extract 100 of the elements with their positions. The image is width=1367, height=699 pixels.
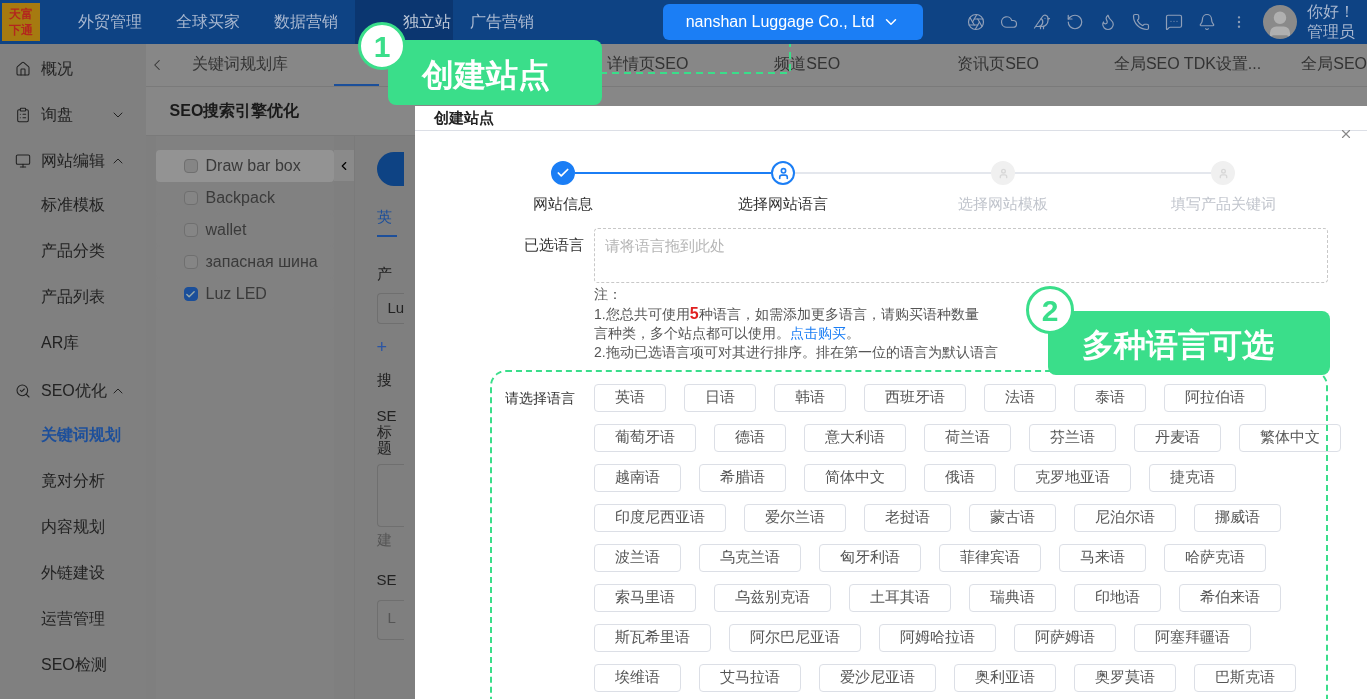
tab[interactable]: 全局SEO TDK设置... [1113, 44, 1262, 86]
sidebar-subitem[interactable]: 产品分类 [0, 228, 146, 274]
sidebar-subitem[interactable]: 标准模板 [0, 182, 146, 228]
language-option[interactable]: 希腊语 [699, 463, 786, 492]
swirl-icon[interactable] [967, 13, 985, 31]
language-option[interactable]: 俄语 [924, 463, 996, 492]
step-label: 选择网站语言 [738, 194, 828, 214]
sidebar-subitem[interactable]: 竟对分析 [0, 458, 146, 504]
language-option[interactable]: 简体中文 [804, 463, 906, 492]
product-name: wallet [205, 220, 247, 240]
collapse-button[interactable] [333, 150, 354, 181]
language-option[interactable]: 繁体中文 [1239, 423, 1341, 452]
language-option[interactable]: 尼泊尔语 [1074, 503, 1176, 532]
language-option[interactable]: 泰语 [1074, 383, 1146, 412]
language-option[interactable]: 波兰语 [594, 543, 681, 572]
language-option[interactable]: 埃维语 [594, 663, 681, 692]
language-option[interactable]: 阿拉伯语 [1164, 383, 1266, 412]
language-option[interactable]: 西班牙语 [864, 383, 966, 412]
close-icon[interactable] [1339, 127, 1353, 141]
language-option[interactable]: 克罗地亚语 [1014, 463, 1131, 492]
field-label: SE [376, 570, 398, 590]
sidebar-subitem[interactable]: SEO检测 [0, 642, 146, 688]
language-option[interactable]: 越南语 [594, 463, 681, 492]
language-option[interactable]: 奥罗莫语 [1074, 663, 1176, 692]
tab[interactable]: 全局SEO [1301, 44, 1367, 86]
language-option[interactable]: 匈牙利语 [819, 543, 921, 572]
language-option[interactable]: 印地语 [1074, 583, 1161, 612]
sidebar-subitem[interactable]: 内容规划 [0, 504, 146, 550]
language-option[interactable]: 芬兰语 [1029, 423, 1116, 452]
language-option[interactable]: 印度尼西亚语 [594, 503, 726, 532]
language-option[interactable]: 捷克语 [1149, 463, 1236, 492]
language-option[interactable]: 丹麦语 [1134, 423, 1221, 452]
nav-item[interactable]: 全球买家 [176, 10, 240, 34]
language-option[interactable]: 艾马拉语 [699, 663, 801, 692]
language-option[interactable]: 爱沙尼亚语 [819, 663, 936, 692]
chat-icon[interactable] [1165, 13, 1183, 31]
tab[interactable]: 频道SEO [774, 44, 841, 86]
language-option[interactable]: 索马里语 [594, 583, 696, 612]
tab[interactable]: 资讯页SEO [957, 44, 1039, 86]
sidebar-subitem[interactable]: 产品列表 [0, 274, 146, 320]
language-option[interactable]: 土耳其语 [849, 583, 951, 612]
sidebar-item[interactable]: 网站编辑 [0, 140, 146, 182]
language-option[interactable]: 阿姆哈拉语 [879, 623, 996, 652]
language-option[interactable]: 瑞典语 [969, 583, 1056, 612]
checkbox[interactable] [183, 159, 198, 173]
product-name: Luz LED [205, 284, 267, 304]
tab[interactable]: 关键词规划库 [191, 44, 288, 86]
language-option[interactable]: 法语 [984, 383, 1056, 412]
sidebar-subitem[interactable]: AR库 [0, 320, 146, 366]
step-label: 网站信息 [533, 194, 593, 214]
language-option[interactable]: 德语 [714, 423, 786, 452]
buy-link[interactable]: 点击购买 [790, 324, 846, 341]
language-option[interactable]: 老挝语 [864, 503, 951, 532]
language-option[interactable]: 希伯来语 [1179, 583, 1281, 612]
language-option[interactable]: 爱尔兰语 [744, 503, 846, 532]
sidebar-item[interactable]: SEO优化 [0, 370, 146, 412]
avatar[interactable] [1263, 5, 1297, 39]
language-option[interactable]: 乌兹别克语 [714, 583, 831, 612]
language-option[interactable]: 蒙古语 [969, 503, 1056, 532]
language-option[interactable]: 菲律宾语 [939, 543, 1041, 572]
pill-button[interactable] [376, 152, 404, 186]
sidebar-subitem[interactable]: 外链建设 [0, 550, 146, 596]
language-option[interactable]: 韩语 [774, 383, 846, 412]
language-option[interactable]: 巴斯克语 [1194, 663, 1296, 692]
language-option[interactable]: 哈萨克语 [1164, 543, 1266, 572]
company-selector[interactable]: nanshan Luggage Co., Ltd [663, 4, 923, 40]
language-option[interactable]: 阿萨姆语 [1014, 623, 1116, 652]
phone-icon[interactable] [1132, 13, 1150, 31]
sidebar-item[interactable]: 概况 [0, 48, 146, 90]
nav-item[interactable]: 外贸管理 [78, 10, 142, 34]
sidebar-item[interactable]: 询盘 [0, 94, 146, 136]
cloud-icon[interactable] [1000, 13, 1018, 31]
language-option[interactable]: 阿尔巴尼亚语 [729, 623, 861, 652]
language-option[interactable]: 挪威语 [1194, 503, 1281, 532]
checkbox[interactable] [183, 287, 198, 301]
language-option[interactable]: 英语 [594, 383, 666, 412]
note-text: 1.您总共可使用5种语言，如需添加更多语言，请购买语种数量 [594, 303, 979, 324]
page-title: SEO搜索引擎优化 [169, 101, 300, 121]
language-option[interactable]: 日语 [684, 383, 756, 412]
refresh-icon[interactable] [1066, 13, 1084, 31]
language-option[interactable]: 葡萄牙语 [594, 423, 696, 452]
flame-icon[interactable] [1099, 13, 1117, 31]
tab[interactable]: 详情页SEO [606, 44, 689, 86]
language-option[interactable]: 斯瓦希里语 [594, 623, 711, 652]
language-option[interactable]: 乌克兰语 [699, 543, 801, 572]
language-option[interactable]: 荷兰语 [924, 423, 1011, 452]
sidebar-subitem[interactable]: 运营管理 [0, 596, 146, 642]
language-option[interactable]: 马来语 [1059, 543, 1146, 572]
note-text: 2.拖动已选语言项可对其进行排序。排在第一位的语言为默认语言 [594, 342, 998, 362]
nav-item[interactable]: 广告营销 [470, 10, 534, 34]
language-option[interactable]: 阿塞拜疆语 [1134, 623, 1251, 652]
bird-icon[interactable] [1033, 13, 1051, 31]
input-field[interactable]: Lu [376, 293, 404, 324]
nav-item[interactable]: 数据营销 [274, 10, 338, 34]
language-option[interactable]: 意大利语 [804, 423, 906, 452]
clipboard-icon [15, 107, 31, 123]
language-option[interactable]: 奥利亚语 [954, 663, 1056, 692]
product-item[interactable]: Draw bar box [155, 150, 334, 182]
bell-icon[interactable] [1198, 13, 1216, 31]
person-icon [1217, 167, 1229, 179]
